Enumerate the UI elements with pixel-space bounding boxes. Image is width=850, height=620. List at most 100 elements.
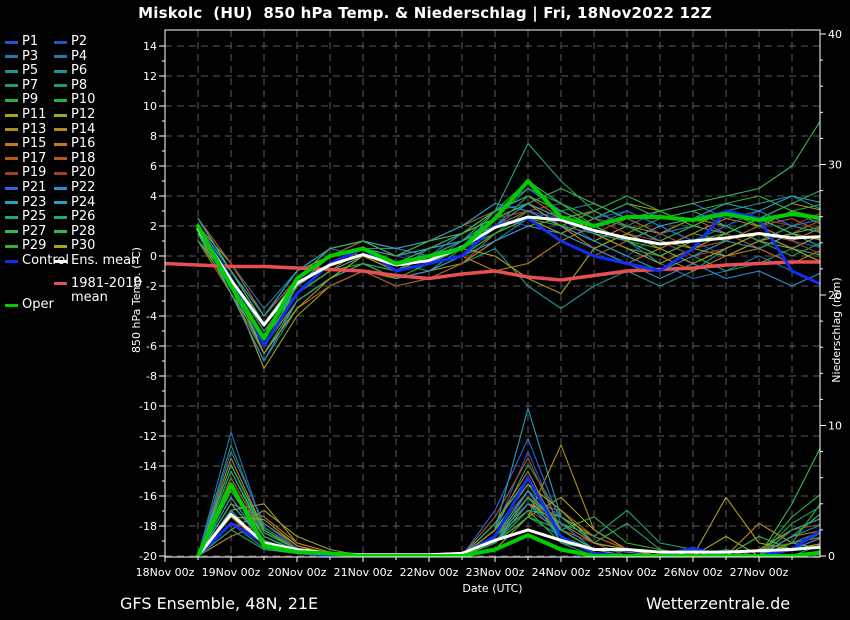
temp-line-P13 [198,211,825,331]
y-axis-label-precipitation: Niederschlag (mm) [830,220,846,440]
legend-swatch [5,304,18,307]
legend-label: P28 [71,225,95,239]
legend-swatch [5,201,18,204]
legend-item-p14: P14 [54,123,95,137]
legend-swatch [5,245,18,248]
y-axis-label-temperature: 850 hPa Temp. (°C) [130,190,146,410]
date-tick-label: 18Nov 00z [136,566,195,579]
temp-line-P25 [198,144,825,354]
legend-swatch [54,99,67,102]
legend-item-p2: P2 [54,35,87,49]
legend-item-p11: P11 [5,108,46,122]
legend-swatch [54,245,67,248]
legend-item-p29: P29 [5,239,46,253]
legend-label: P18 [71,152,95,166]
legend-swatch [5,128,18,131]
legend-label: P15 [22,137,46,151]
temp-tick-label: -6 [146,340,157,353]
legend-item-p1: P1 [5,35,38,49]
legend-swatch [5,157,18,160]
legend-item-p7: P7 [5,79,38,93]
legend-item-p22: P22 [54,181,95,195]
date-tick-label: 19Nov 00z [202,566,261,579]
legend-swatch [54,157,67,160]
precip-tick-label: 0 [828,550,835,563]
legend-swatch [5,187,18,190]
legend-label: P23 [22,196,46,210]
legend-label: P29 [22,239,46,253]
legend-swatch [54,216,67,219]
legend-swatch [5,99,18,102]
legend-swatch [54,55,67,58]
legend-item-p18: P18 [54,152,95,166]
legend-swatch [5,230,18,233]
legend-swatch [54,41,67,44]
legend-swatch [5,70,18,73]
date-tick-label: 24Nov 00z [532,566,591,579]
legend-item-ens-mean: Ens. mean [54,254,139,268]
legend-label: P25 [22,210,46,224]
legend-swatch [54,260,67,263]
date-tick-label: 23Nov 00z [466,566,525,579]
legend-swatch [5,55,18,58]
legend-swatch [54,84,67,87]
precip-tick-label: 30 [828,159,842,172]
temp-tick-label: -16 [139,490,157,503]
legend-item-p13: P13 [5,123,46,137]
legend-swatch [5,41,18,44]
legend-label: P7 [22,79,38,93]
legend-item-p21: P21 [5,181,46,195]
legend-label: P13 [22,123,46,137]
legend-swatch [5,260,18,263]
legend-label: P20 [71,166,95,180]
legend-label: Oper [22,298,54,312]
legend-swatch [5,216,18,219]
legend-swatch [54,172,67,175]
temp-line-P3 [198,211,825,354]
legend-label: P19 [22,166,46,180]
legend-item-p9: P9 [5,93,38,107]
legend-label: P16 [71,137,95,151]
temp-tick-label: -18 [139,520,157,533]
temp-tick-label: -20 [139,550,157,563]
legend-label: P2 [71,35,87,49]
legend-label: P22 [71,181,95,195]
legend-label: P4 [71,50,87,64]
legend-item-p12: P12 [54,108,95,122]
temp-tick-label: -14 [139,460,157,473]
legend-item-p10: P10 [54,93,95,107]
temp-tick-label: -12 [139,430,157,443]
legend-label: P14 [71,123,95,137]
caption-model-location: GFS Ensemble, 48N, 21E [120,594,318,613]
legend-label: P10 [71,93,95,107]
legend-label: P21 [22,181,46,195]
legend-item-p23: P23 [5,196,46,210]
plot-border [165,30,820,557]
legend-swatch [54,70,67,73]
legend-swatch [54,282,67,285]
legend-label: P3 [22,50,38,64]
temp-tick-label: -8 [146,370,157,383]
legend-label: P9 [22,93,38,107]
date-tick-label: 25Nov 00z [598,566,657,579]
legend-item-p26: P26 [54,210,95,224]
legend-swatch [5,114,18,117]
precip-tick-label: 40 [828,28,842,41]
legend-swatch [54,201,67,204]
legend-swatch [5,84,18,87]
legend-item-p6: P6 [54,64,87,78]
date-tick-label: 21Nov 00z [334,566,393,579]
legend-item-p20: P20 [54,166,95,180]
date-tick-label: 20Nov 00z [268,566,327,579]
legend-label: P6 [71,64,87,78]
legend-item-oper: Oper [5,298,54,312]
temp-line-P5 [198,234,825,362]
legend-item-p8: P8 [54,79,87,93]
legend-item-p4: P4 [54,50,87,64]
legend-item-p17: P17 [5,152,46,166]
legend-item-p30: P30 [54,239,95,253]
legend-item-p5: P5 [5,64,38,78]
legend-item-p3: P3 [5,50,38,64]
legend-label: P11 [22,108,46,122]
gridlines [165,30,820,557]
